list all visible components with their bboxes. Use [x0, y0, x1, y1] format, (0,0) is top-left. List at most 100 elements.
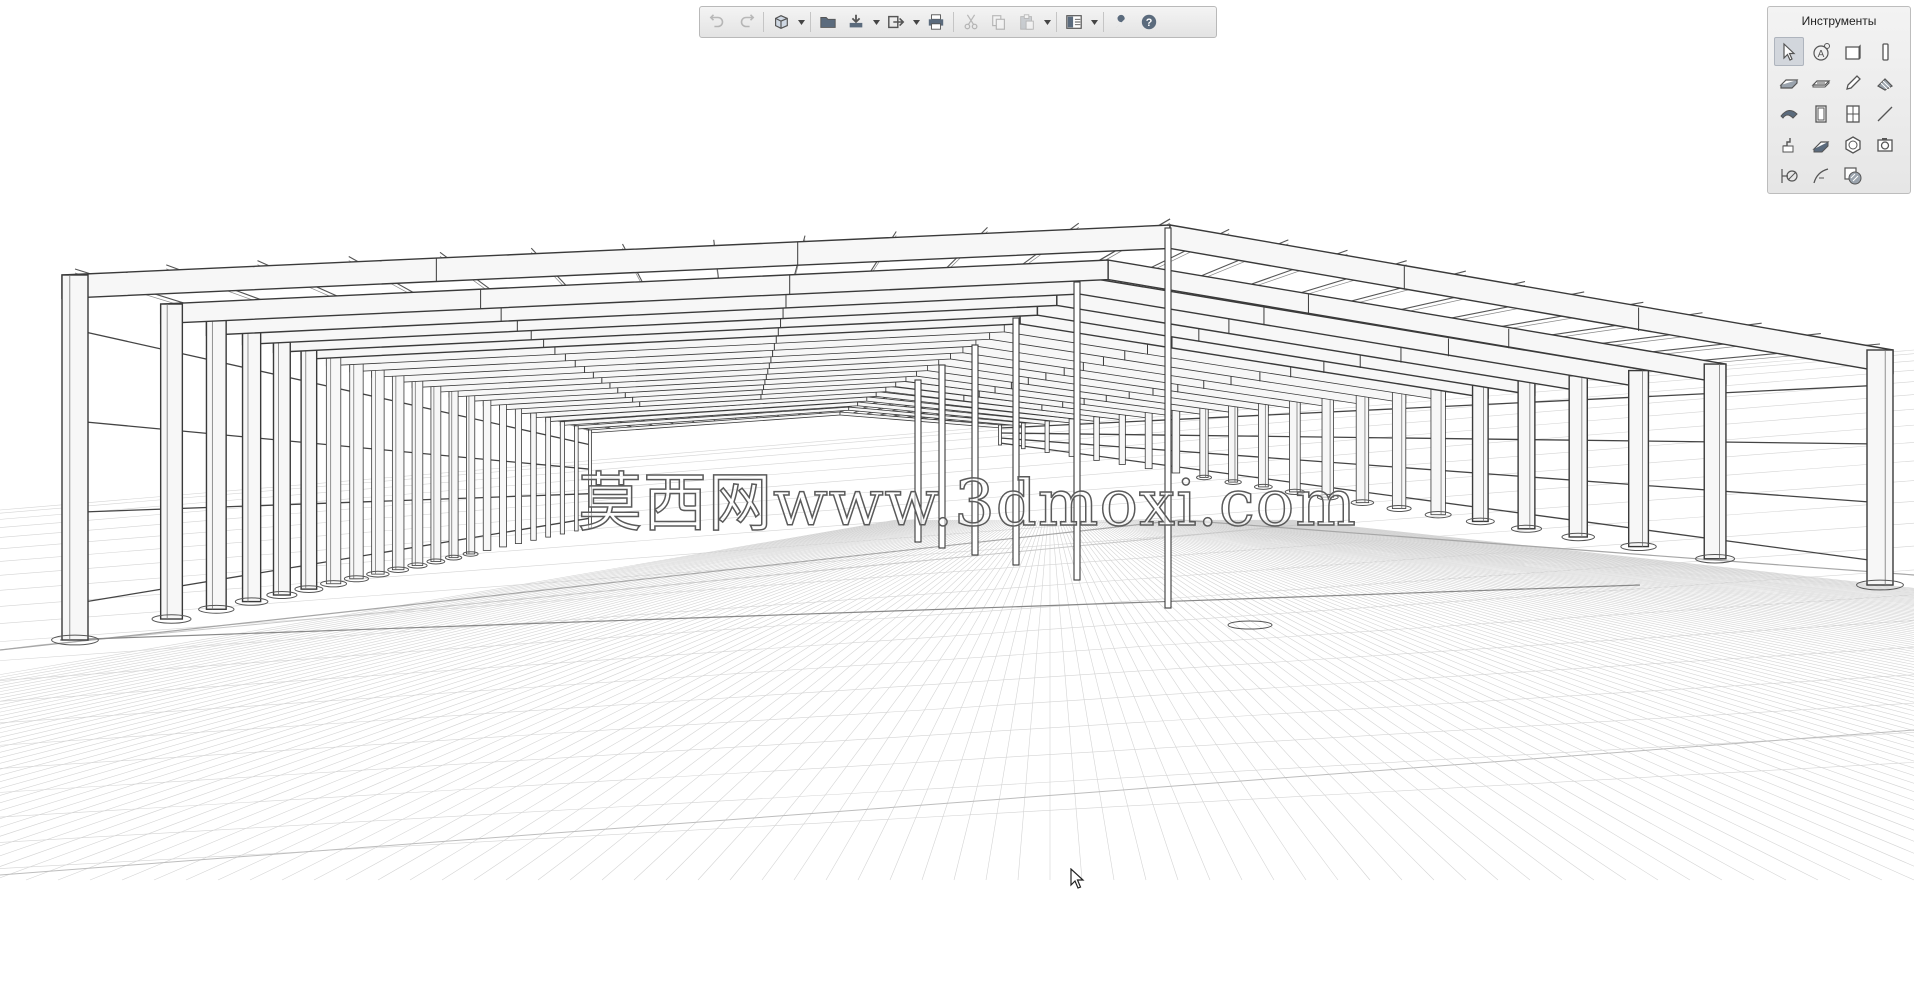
- beam-tool[interactable]: [1806, 68, 1836, 97]
- arc-icon: [1813, 167, 1829, 183]
- column-left: [391, 371, 405, 571]
- column-left: [300, 344, 318, 590]
- help-button[interactable]: ?: [1135, 9, 1163, 35]
- grid-line: [1217, 519, 1914, 632]
- hatch-tool[interactable]: [1838, 161, 1868, 190]
- arc-tool[interactable]: [1806, 161, 1836, 190]
- layout-dropdown-arrow[interactable]: [1088, 9, 1100, 35]
- grid-line: [1137, 519, 1914, 755]
- grid-axis-line: [59, 584, 1641, 641]
- watermark-text: 莫西网www.3dmoxi.com: [577, 466, 1357, 542]
- redo-button[interactable]: [732, 9, 760, 35]
- grid-line: [697, 519, 1027, 881]
- camera-tool[interactable]: [1870, 130, 1900, 159]
- window-tool[interactable]: [1838, 99, 1868, 128]
- railing-tool[interactable]: [1806, 130, 1836, 159]
- column-left: [241, 327, 262, 603]
- grid-line: [1071, 519, 1371, 881]
- shell-tool[interactable]: [1774, 99, 1804, 128]
- column-left: [530, 412, 537, 541]
- column-right: [1628, 369, 1650, 548]
- wall-tool[interactable]: [1838, 37, 1868, 66]
- view3d-dropdown-arrow[interactable]: [795, 9, 807, 35]
- line-tool[interactable]: [1870, 99, 1900, 128]
- dimension-tool[interactable]: [1774, 161, 1804, 190]
- layout-button[interactable]: [1060, 9, 1088, 35]
- column-left: [466, 393, 476, 555]
- grid-line: [0, 620, 1914, 746]
- import-dropdown-arrow[interactable]: [870, 9, 882, 35]
- export-dropdown-arrow[interactable]: [910, 9, 922, 35]
- toolbar-separator: [810, 12, 811, 32]
- column-right: [998, 424, 1002, 446]
- object-tool[interactable]: [1838, 130, 1868, 159]
- grid-line: [1129, 519, 1914, 784]
- column-icon: [1882, 42, 1889, 61]
- grid-line: [985, 519, 1046, 881]
- select-arrow-tool[interactable]: [1774, 37, 1804, 66]
- copy-button[interactable]: [985, 9, 1013, 35]
- help-icon: ?: [1141, 14, 1157, 30]
- grid-line: [0, 519, 897, 675]
- chevron-down-icon: [1090, 19, 1098, 25]
- slab-tool[interactable]: [1774, 68, 1804, 97]
- svg-text:?: ?: [1146, 17, 1153, 29]
- chevron-down-icon: [872, 19, 880, 25]
- grid-line: [1272, 519, 1914, 598]
- grid-line: [0, 519, 932, 729]
- svg-text:A: A: [1818, 49, 1825, 60]
- print-button[interactable]: [922, 9, 950, 35]
- cut-button[interactable]: [957, 9, 985, 35]
- paste-dropdown-arrow[interactable]: [1041, 9, 1053, 35]
- column-left: [371, 365, 385, 575]
- toolbar-separator: [763, 12, 764, 32]
- open-button[interactable]: [814, 9, 842, 35]
- roof-icon: [1877, 77, 1893, 91]
- wrench-icon: [1115, 14, 1125, 29]
- grid-line: [0, 519, 976, 867]
- grid-line: [0, 762, 1914, 869]
- roof-tool[interactable]: [1870, 68, 1900, 97]
- grid-line: [1093, 519, 1691, 881]
- object-icon: [1845, 135, 1861, 154]
- grid-line: [1181, 519, 1914, 668]
- column-left: [559, 421, 565, 535]
- column-left: [545, 417, 551, 538]
- slab-icon: [1779, 78, 1799, 89]
- grid-line: [0, 519, 978, 879]
- stair-tool[interactable]: [1774, 130, 1804, 159]
- import-button[interactable]: [842, 9, 870, 35]
- grid-line: [889, 519, 1040, 881]
- grid-line: [409, 519, 1007, 881]
- grid-line: [1261, 519, 1914, 603]
- undo-button[interactable]: [704, 9, 732, 35]
- pencil-tool[interactable]: [1838, 68, 1868, 97]
- toolbar-separator: [953, 12, 954, 32]
- select-arrow-icon: [1783, 42, 1796, 61]
- pencil-icon: [1846, 74, 1861, 90]
- settings-button[interactable]: [1107, 9, 1135, 35]
- column-left: [205, 316, 227, 610]
- chevron-down-icon: [1043, 19, 1051, 25]
- grid-line: [0, 519, 916, 702]
- text-annotation-tool[interactable]: A: [1806, 37, 1836, 66]
- grid-line: [345, 519, 1002, 881]
- door-tool[interactable]: [1806, 99, 1836, 128]
- import-icon: [849, 14, 863, 28]
- hatch-icon: [1844, 166, 1862, 184]
- grid-line: [1056, 519, 1147, 881]
- grid-line: [921, 519, 1042, 881]
- grid-line: [0, 519, 910, 692]
- column-left: [325, 352, 342, 585]
- grid-line: [1192, 519, 1914, 655]
- scissors-icon: [964, 14, 978, 30]
- column-right: [1703, 363, 1727, 560]
- cube-view-icon: [775, 15, 788, 29]
- column-left: [514, 408, 522, 544]
- undo-icon: [709, 14, 724, 28]
- export-button[interactable]: [882, 9, 910, 35]
- view3d-button[interactable]: [767, 9, 795, 35]
- column-tool[interactable]: [1870, 37, 1900, 66]
- paste-button[interactable]: [1013, 9, 1041, 35]
- line-icon: [1877, 106, 1893, 121]
